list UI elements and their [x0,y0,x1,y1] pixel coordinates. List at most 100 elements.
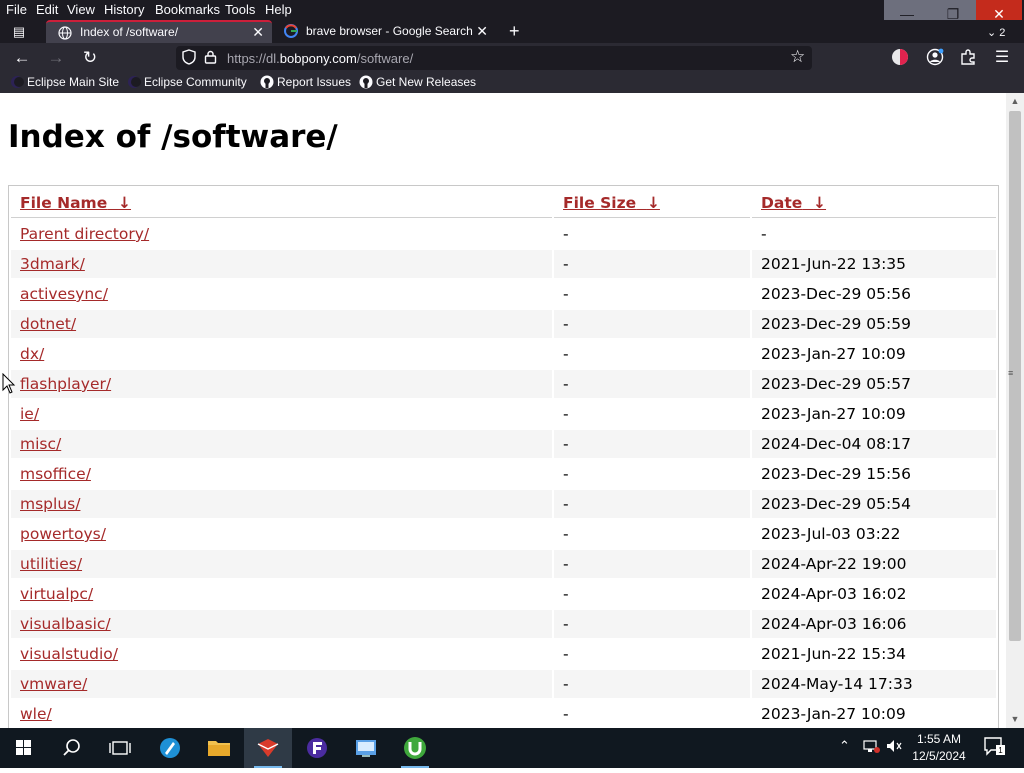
directory-link[interactable]: msplus/ [20,495,80,513]
cell-file-size: - [563,345,569,363]
notification-center-icon[interactable]: 1 [983,736,1005,759]
back-arrow-icon[interactable]: ← [10,46,34,70]
brave-extension-icon[interactable] [890,48,910,68]
bookmark-label: Eclipse Main Site [27,75,120,89]
tab-index-software[interactable]: Index of /software/ ✕ [46,20,272,43]
new-tab-button[interactable]: + [509,21,520,42]
bookmark-eclipse-community[interactable]: Eclipse Community [127,73,247,93]
cell-date: 2023-Jan-27 10:09 [761,405,906,423]
directory-link[interactable]: dx/ [20,345,44,363]
sort-by-date-link[interactable]: Date ↓ [761,194,826,212]
cell-file-size: - [554,250,750,278]
task-view-icon[interactable] [96,728,144,768]
cell-file-name: visualbasic/ [11,610,552,638]
cell-file-name: flashplayer/ [11,370,552,398]
close-tab-icon[interactable]: ✕ [476,20,488,43]
cell-file-size: - [563,285,569,303]
utorrent-icon[interactable] [391,728,439,768]
forward-arrow-icon[interactable]: → [44,46,68,70]
firefox-view-icon[interactable]: ▤ [8,22,30,42]
parent-directory-link[interactable]: Parent directory/ [20,225,149,243]
cell-date: 2024-Dec-04 08:17 [752,430,996,458]
directory-link[interactable]: powertoys/ [20,525,106,543]
url-path: /software/ [356,51,414,66]
cell-file-name: powertoys/ [11,520,552,548]
search-icon[interactable] [48,728,96,768]
bookmark-label: Eclipse Community [144,75,247,89]
windows-start-icon[interactable] [0,728,48,768]
pdf-app-icon[interactable] [244,728,292,768]
cell-file-size: - [554,370,750,398]
cell-date: 2021-Jun-22 15:34 [761,645,907,663]
menu-help[interactable]: Help [265,2,292,17]
directory-link[interactable]: visualbasic/ [20,615,111,633]
control-panel-icon[interactable] [342,728,390,768]
table-row: utilities/ -2024-Apr-22 19:00 [11,550,996,578]
table-row: wle/ - 2023-Jan-27 10:09 [11,700,996,728]
directory-link[interactable]: vmware/ [20,675,87,693]
cell-file-name: dx/ [11,340,552,368]
table-row: vmware/ -2024-May-14 17:33 [11,670,996,698]
file-explorer-icon[interactable] [195,728,243,768]
cell-date: 2021-Jun-22 13:35 [752,250,996,278]
menu-bookmarks[interactable]: Bookmarks [155,2,220,17]
directory-link[interactable]: dotnet/ [20,315,76,333]
clock-time: 1:55 AM [916,732,962,746]
menu-history[interactable]: History [104,2,144,17]
network-icon[interactable] [862,738,880,757]
sort-by-name-link[interactable]: File Name ↓ [20,194,131,212]
directory-link[interactable]: msoffice/ [20,465,91,483]
bookmark-report-issues[interactable]: Report Issues [260,73,351,93]
bookmark-get-new-releases[interactable]: Get New Releases [359,73,476,93]
cell-file-name: ie/ [11,400,552,428]
scroll-up-arrow-icon[interactable]: ▲ [1006,93,1024,110]
account-icon[interactable] [925,48,945,68]
tracking-shield-icon[interactable] [182,49,196,65]
menu-tools[interactable]: Tools [225,2,255,17]
cell-file-size: - [554,430,750,458]
url-text[interactable]: https://dl.bobpony.com/software/ [227,51,413,66]
sort-arrow-icon: ↓ [813,193,827,212]
directory-link[interactable]: utilities/ [20,555,82,573]
volume-muted-icon[interactable] [885,738,903,757]
chevron-up-icon[interactable]: ⌃ [839,738,850,754]
cell-date: - [761,225,767,243]
directory-link[interactable]: visualstudio/ [20,645,118,663]
directory-link[interactable]: wle/ [20,705,52,723]
header-date: Date ↓ [752,188,996,218]
directory-link[interactable]: 3dmark/ [20,255,85,273]
directory-link[interactable]: virtualpc/ [20,585,93,603]
ftp-client-icon[interactable] [293,728,341,768]
globe-icon [58,26,72,40]
lock-icon[interactable] [204,50,217,64]
close-tab-icon[interactable]: ✕ [252,22,264,43]
directory-link[interactable]: activesync/ [20,285,108,303]
directory-link[interactable]: misc/ [20,435,61,453]
bookmark-eclipse-main[interactable]: Eclipse Main Site [10,73,119,93]
url-prefix: https://dl. [227,51,280,66]
bookmark-star-icon[interactable]: ☆ [790,47,805,67]
bookmark-label: Report Issues [277,75,352,89]
reload-icon[interactable]: ↻ [78,46,102,70]
list-all-tabs-button[interactable]: ⌄ 2 [987,26,1005,39]
menu-view[interactable]: View [67,2,95,17]
directory-link[interactable]: ie/ [20,405,39,423]
hamburger-menu-icon[interactable]: ☰ [992,48,1012,68]
extensions-puzzle-icon[interactable] [958,48,978,68]
cell-file-size: - [563,525,569,543]
system-clock[interactable]: 1:55 AM 12/5/2024 [906,731,972,765]
directory-link[interactable]: flashplayer/ [20,375,111,393]
cell-date: 2023-Jul-03 03:22 [761,525,901,543]
tab-google-search[interactable]: brave browser - Google Search ✕ [272,20,496,43]
sort-by-size-link[interactable]: File Size ↓ [563,194,660,212]
menu-file[interactable]: File [6,2,27,17]
cell-file-size: - [554,610,750,638]
menu-edit[interactable]: Edit [36,2,58,17]
browser-app-icon[interactable] [146,728,194,768]
cell-date: 2023-Dec-29 15:56 [761,465,911,483]
scrollbar-grip-icon: ≡ [1008,368,1014,378]
header-label: File Size [563,193,637,212]
url-domain: bobpony.com [279,51,357,66]
scroll-down-arrow-icon[interactable]: ▼ [1006,711,1024,728]
vertical-scrollbar[interactable]: ▲ ≡ ▼ [1006,93,1024,728]
